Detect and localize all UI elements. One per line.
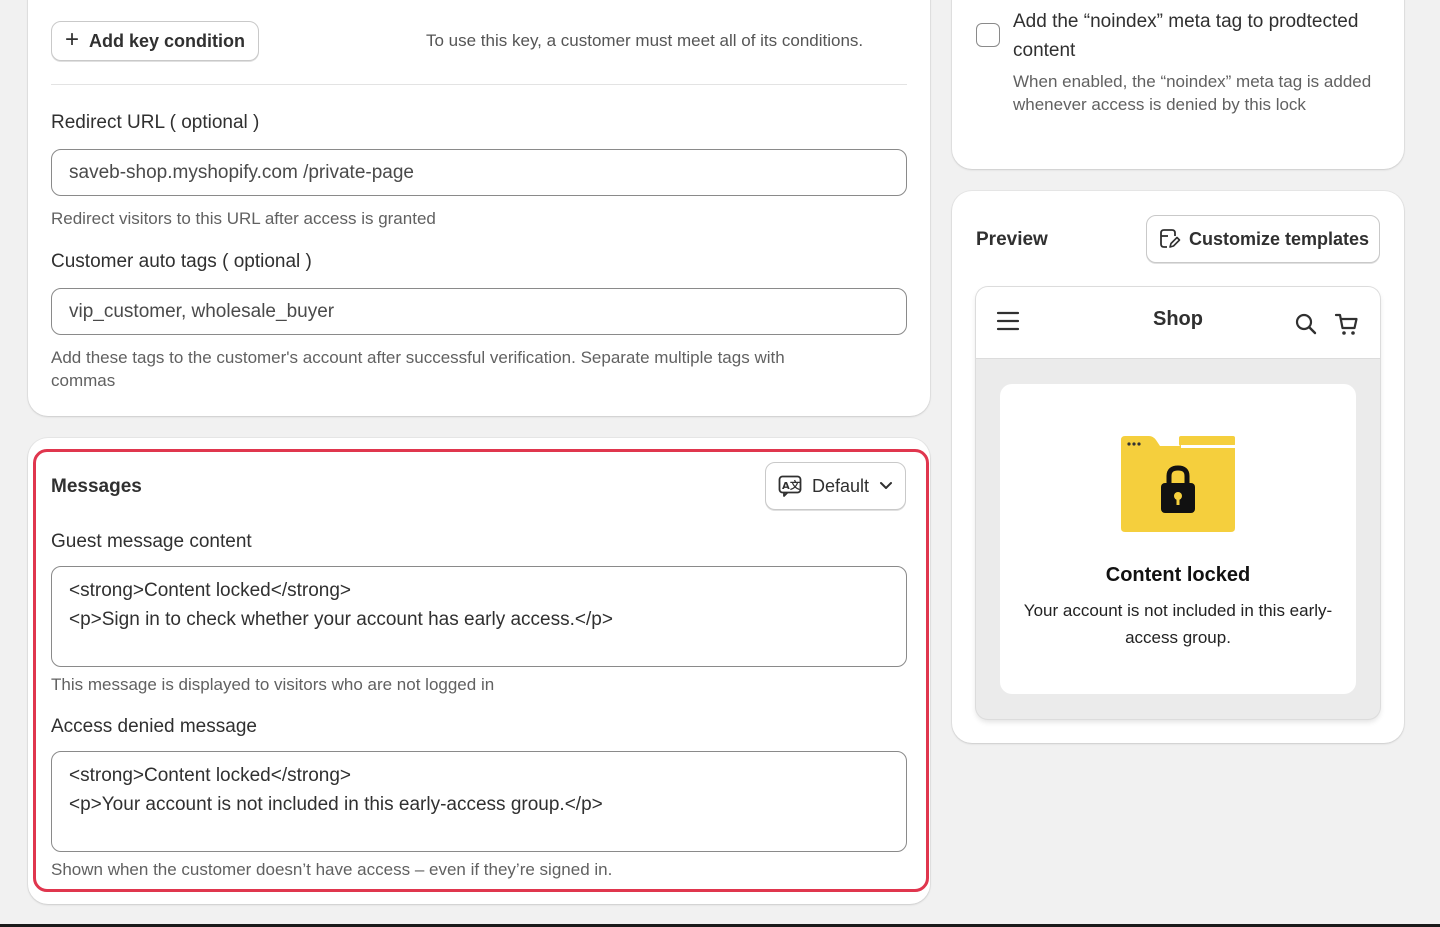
access-settings-card: + Add key condition To use this key, a c… [28,0,930,416]
preview-title: Preview [976,229,1048,250]
svg-text:文: 文 [790,479,801,492]
translate-icon: A 文 [778,475,802,497]
locked-message: Your account is not included in this ear… [1023,601,1333,647]
messages-card: Messages A 文 Default Guest message conte… [28,438,930,904]
add-key-hint: To use this key, a customer must meet al… [426,31,864,50]
guest-message-help: This message is displayed to visitors wh… [51,675,495,694]
locked-title: Content locked [1105,564,1251,586]
access-denied-help: Shown when the customer doesn’t have acc… [51,860,613,879]
noindex-description: When enabled, the “noindex” meta tag is … [1013,72,1372,114]
plus-icon: + [64,26,79,53]
messages-title: Messages [51,476,142,497]
customer-tags-label: Customer auto tags ( optional ) [51,251,312,272]
customer-tags-help-line: commas [51,371,116,390]
customize-templates-label: Customize templates [1188,228,1370,249]
redirect-url-label: Redirect URL ( optional ) [51,112,260,133]
locked-folder-icon [1121,436,1235,532]
template-edit-icon [1160,229,1181,248]
divider [51,84,907,85]
noindex-checkbox[interactable] [976,23,1000,47]
add-key-condition-button[interactable]: + Add key condition [51,21,259,61]
access-denied-textarea[interactable]: <strong>Content locked</strong> <p>Your … [51,751,907,852]
svg-text:A: A [782,481,790,492]
redirect-url-input[interactable]: saveb-shop.myshopify.com /private-page [51,149,907,196]
search-icon[interactable] [1294,312,1318,336]
chevron-down-icon [880,482,893,489]
preview-card: Preview Customize templates Shop Content… [952,191,1404,743]
noindex-title: Add the “noindex” meta tag to prodtected… [1013,11,1359,61]
customize-templates-button[interactable]: Customize templates [1146,215,1380,263]
noindex-card: Add the “noindex” meta tag to prodtected… [952,0,1404,169]
customer-tags-help: Add these tags to the customer's account… [51,346,785,392]
guest-message-label: Guest message content [51,531,252,552]
storefront-preview: Shop Content locked Your account is not … [976,287,1380,719]
cart-icon[interactable] [1334,311,1360,337]
locked-content-card: Content locked Your account is not inclu… [1000,384,1356,694]
storefront-header: Shop [976,287,1380,359]
customer-tags-input[interactable]: vip_customer, wholesale_buyer [51,288,907,335]
add-key-condition-label: Add key condition [89,30,246,51]
redirect-url-help: Redirect visitors to this URL after acce… [51,209,436,228]
customer-tags-help-line: Add these tags to the customer's account… [51,348,785,367]
access-denied-label: Access denied message [51,716,257,737]
language-select[interactable]: A 文 Default [765,462,906,510]
language-select-value: Default [811,475,870,496]
guest-message-textarea[interactable]: <strong>Content locked</strong> <p>Sign … [51,566,907,667]
